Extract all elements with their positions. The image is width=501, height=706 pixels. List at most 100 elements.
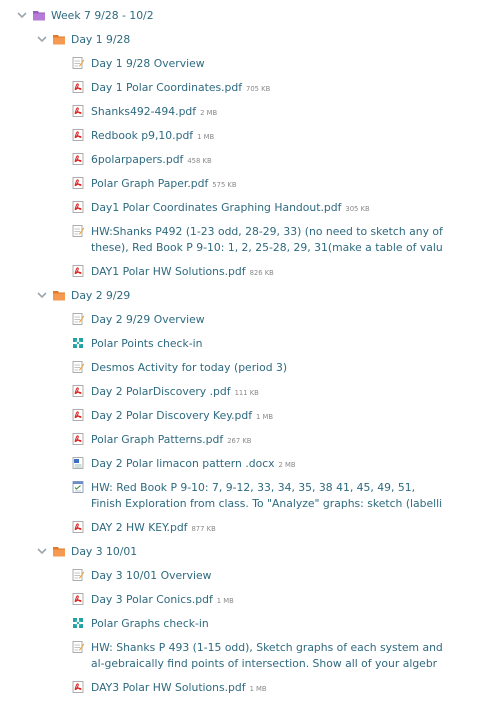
day-folder[interactable]: Day 2 9/29 <box>0 284 501 308</box>
folder-orange-icon <box>52 32 66 46</box>
content-item[interactable]: Day 2 9/29 Overview <box>0 308 501 332</box>
content-item[interactable]: HW: Shanks P 493 (1-15 odd), Sketch grap… <box>0 636 501 676</box>
item-title: HW: Shanks P 493 (1-15 odd), Sketch grap… <box>91 641 443 670</box>
content-item-link[interactable]: Day 2 Polar limacon pattern .docx 2 MB <box>91 456 296 473</box>
content-item-link[interactable]: HW:Shanks P492 (1-23 odd, 28-29, 33) (no… <box>91 224 446 256</box>
file-size: 575 KB <box>212 181 237 189</box>
file-size: 305 KB <box>345 205 370 213</box>
content-item-link[interactable]: Polar Points check-in <box>91 336 202 352</box>
content-item[interactable]: Day1 Polar Coordinates Graphing Handout.… <box>0 196 501 220</box>
folder-orange-icon <box>52 288 66 302</box>
chevron-down-icon[interactable] <box>35 544 49 558</box>
file-size: 705 KB <box>246 85 271 93</box>
item-title: Day 2 Polar limacon pattern .docx <box>91 457 275 470</box>
puzzle-icon <box>71 336 85 350</box>
chevron-down-icon[interactable] <box>35 288 49 302</box>
file-size: 1 MB <box>256 413 274 421</box>
item-title: Day1 Polar Coordinates Graphing Handout.… <box>91 201 342 214</box>
item-title: Day 3 Polar Conics.pdf <box>91 593 213 606</box>
item-title: DAY 2 HW KEY.pdf <box>91 521 188 534</box>
content-item[interactable]: Polar Graph Paper.pdf 575 KB <box>0 172 501 196</box>
day-folder-link[interactable]: Day 3 10/01 <box>71 544 137 560</box>
file-size: 111 KB <box>234 389 259 397</box>
content-item-link[interactable]: Polar Graph Paper.pdf 575 KB <box>91 176 237 193</box>
file-size: 458 KB <box>187 157 212 165</box>
file-size: 1 MB <box>197 133 215 141</box>
file-size: 2 MB <box>200 109 218 117</box>
item-title: Day 2 9/29 Overview <box>91 313 205 326</box>
day-folder[interactable]: Day 3 10/01 <box>0 540 501 564</box>
content-item[interactable]: Day 1 9/28 Overview <box>0 52 501 76</box>
content-item[interactable]: Day 3 10/01 Overview <box>0 564 501 588</box>
content-item[interactable]: Desmos Activity for today (period 3) <box>0 356 501 380</box>
content-item-link[interactable]: DAY1 Polar HW Solutions.pdf 826 KB <box>91 264 274 281</box>
day-folder-link[interactable]: Day 1 9/28 <box>71 32 130 48</box>
item-title: Week 7 9/28 - 10/2 <box>51 9 154 22</box>
chevron-down-icon[interactable] <box>15 8 29 22</box>
content-item[interactable]: Day 2 Polar Discovery Key.pdf 1 MB <box>0 404 501 428</box>
content-item[interactable]: Day 2 Polar limacon pattern .docx 2 MB <box>0 452 501 476</box>
content-item-link[interactable]: Day 2 Polar Discovery Key.pdf 1 MB <box>91 408 273 425</box>
pdf-icon <box>71 592 85 606</box>
assignment-icon <box>71 480 85 494</box>
content-item[interactable]: Day 1 Polar Coordinates.pdf 705 KB <box>0 76 501 100</box>
content-item-link[interactable]: Polar Graphs check-in <box>91 616 209 632</box>
content-item-link[interactable]: DAY3 Polar HW Solutions.pdf 1 MB <box>91 680 267 697</box>
file-size: 877 KB <box>191 525 216 533</box>
content-item-link[interactable]: Redbook p9,10.pdf 1 MB <box>91 128 214 145</box>
word-doc-icon <box>71 456 85 470</box>
pdf-icon <box>71 384 85 398</box>
day-folder[interactable]: Day 1 9/28 <box>0 28 501 52</box>
content-item-link[interactable]: DAY 2 HW KEY.pdf 877 KB <box>91 520 216 537</box>
item-title: Day 2 9/29 <box>71 289 131 302</box>
content-item-link[interactable]: Day 3 10/01 Overview <box>91 568 211 584</box>
content-item[interactable]: Redbook p9,10.pdf 1 MB <box>0 124 501 148</box>
content-item[interactable]: Shanks492-494.pdf 2 MB <box>0 100 501 124</box>
content-item-link[interactable]: Polar Graph Patterns.pdf 267 KB <box>91 432 251 449</box>
page-icon <box>71 312 85 326</box>
content-item[interactable]: Day 2 PolarDiscovery .pdf 111 KB <box>0 380 501 404</box>
file-size: 1 MB <box>249 685 267 693</box>
week-folder-link[interactable]: Week 7 9/28 - 10/2 <box>51 8 154 24</box>
page-icon <box>71 56 85 70</box>
content-item[interactable]: 6polarpapers.pdf 458 KB <box>0 148 501 172</box>
item-title: Day 1 Polar Coordinates.pdf <box>91 81 243 94</box>
page-icon <box>71 224 85 238</box>
page-icon <box>71 568 85 582</box>
item-title: Shanks492-494.pdf <box>91 105 197 118</box>
content-item-link[interactable]: Day1 Polar Coordinates Graphing Handout.… <box>91 200 370 217</box>
content-item-link[interactable]: Shanks492-494.pdf 2 MB <box>91 104 217 121</box>
item-title: Day 1 9/28 Overview <box>91 57 205 70</box>
pdf-icon <box>71 176 85 190</box>
content-item[interactable]: HW:Shanks P492 (1-23 odd, 28-29, 33) (no… <box>0 220 501 260</box>
content-item[interactable]: Day 3 Polar Conics.pdf 1 MB <box>0 588 501 612</box>
content-item[interactable]: DAY3 Polar HW Solutions.pdf 1 MB <box>0 676 501 700</box>
content-item-link[interactable]: Desmos Activity for today (period 3) <box>91 360 287 376</box>
pdf-icon <box>71 264 85 278</box>
content-item[interactable]: Polar Graph Patterns.pdf 267 KB <box>0 428 501 452</box>
file-size: 267 KB <box>227 437 252 445</box>
content-item-link[interactable]: 6polarpapers.pdf 458 KB <box>91 152 212 169</box>
pdf-icon <box>71 680 85 694</box>
file-size: 2 MB <box>278 461 296 469</box>
pdf-icon <box>71 408 85 422</box>
content-item-link[interactable]: Day 1 Polar Coordinates.pdf 705 KB <box>91 80 270 97</box>
file-size: 1 MB <box>216 597 234 605</box>
content-item[interactable]: Polar Points check-in <box>0 332 501 356</box>
content-item-link[interactable]: HW: Shanks P 493 (1-15 odd), Sketch grap… <box>91 640 446 672</box>
item-title: Day 3 10/01 <box>71 545 138 558</box>
chevron-down-icon[interactable] <box>35 32 49 46</box>
content-item-link[interactable]: Day 2 PolarDiscovery .pdf 111 KB <box>91 384 259 401</box>
week-folder[interactable]: Week 7 9/28 - 10/2 <box>0 4 501 28</box>
day-folder-link[interactable]: Day 2 9/29 <box>71 288 130 304</box>
file-size: 826 KB <box>249 269 274 277</box>
content-item[interactable]: Polar Graphs check-in <box>0 612 501 636</box>
content-item[interactable]: HW: Red Book P 9-10: 7, 9-12, 33, 34, 35… <box>0 476 501 516</box>
content-item-link[interactable]: Day 1 9/28 Overview <box>91 56 205 72</box>
content-item-link[interactable]: HW: Red Book P 9-10: 7, 9-12, 33, 34, 35… <box>91 480 446 512</box>
content-item[interactable]: DAY 2 HW KEY.pdf 877 KB <box>0 516 501 540</box>
content-item[interactable]: DAY1 Polar HW Solutions.pdf 826 KB <box>0 260 501 284</box>
content-item-link[interactable]: Day 2 9/29 Overview <box>91 312 205 328</box>
item-title: Day 3 10/01 Overview <box>91 569 212 582</box>
content-item-link[interactable]: Day 3 Polar Conics.pdf 1 MB <box>91 592 234 609</box>
